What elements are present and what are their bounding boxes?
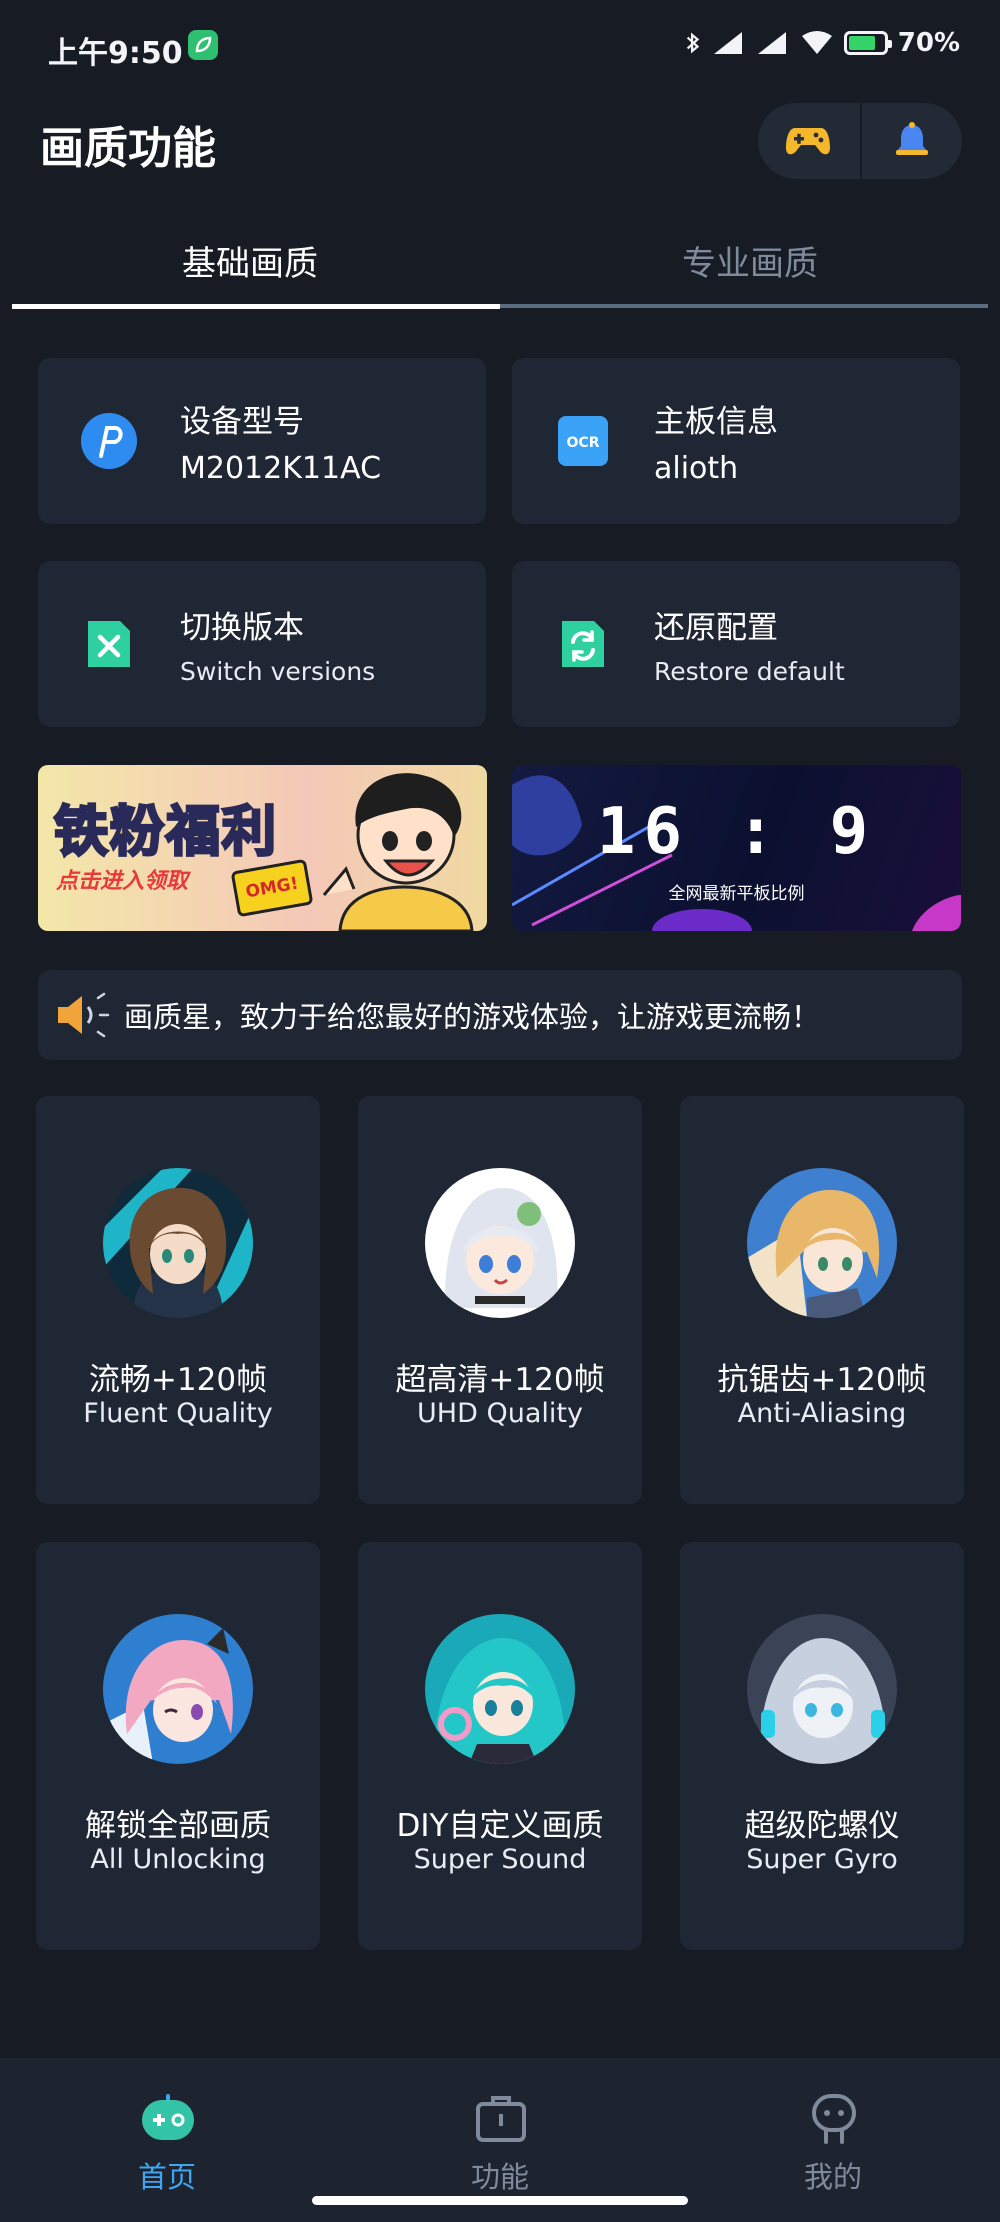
banner-title: 铁粉福利 bbox=[53, 799, 278, 865]
nav-home[interactable]: 首页 bbox=[0, 2058, 334, 2222]
cartoon-boy-illustration bbox=[322, 773, 474, 931]
uhd-character-avatar bbox=[425, 1168, 575, 1318]
briefcase-icon bbox=[476, 2096, 526, 2142]
home-indicator[interactable] bbox=[312, 2196, 688, 2205]
banner-subtitle: 点击进入领取 bbox=[56, 869, 189, 894]
feature-card-anti-aliasing[interactable]: 抗锯齿+120帧 Anti-Aliasing bbox=[680, 1096, 964, 1504]
notice-bar: 画质星，致力于给您最好的游戏体验，让游戏更流畅！ bbox=[38, 970, 962, 1060]
unlock-all-character-avatar bbox=[103, 1614, 253, 1764]
feature-title: DIY自定义画质 bbox=[396, 1808, 604, 1844]
battery-icon bbox=[843, 31, 892, 55]
fluent-character-avatar bbox=[103, 1168, 253, 1318]
feature-card-uhd[interactable]: 超高清+120帧 UHD Quality bbox=[358, 1096, 642, 1504]
switch-x-icon bbox=[88, 621, 130, 667]
feature-card-super-gyro[interactable]: 超级陀螺仪 Super Gyro bbox=[680, 1542, 964, 1950]
restore-icon bbox=[562, 621, 604, 667]
ratio-16-9-banner[interactable]: 16 : 9 全网最新平板比例 bbox=[512, 765, 961, 931]
wifi-icon bbox=[801, 31, 832, 54]
board-info-label: 主板信息 bbox=[654, 404, 778, 440]
tab-basic-quality[interactable]: 基础画质 bbox=[0, 236, 500, 285]
feature-subtitle: All Unlocking bbox=[90, 1844, 266, 1875]
app-notification-icon bbox=[188, 30, 218, 60]
profile-icon bbox=[812, 2094, 856, 2144]
battery-percent: 70% bbox=[897, 28, 960, 58]
feature-card-diy[interactable]: DIY自定义画质 Super Sound bbox=[358, 1542, 642, 1950]
gamepad-icon bbox=[786, 128, 830, 155]
device-model-value: M2012K11AC bbox=[180, 451, 382, 486]
restore-default-card[interactable]: 还原配置 Restore default bbox=[512, 561, 960, 727]
device-model-label: 设备型号 bbox=[180, 404, 304, 440]
feature-title: 解锁全部画质 bbox=[85, 1808, 271, 1844]
tab-pro-quality[interactable]: 专业画质 bbox=[500, 236, 1000, 285]
nav-mine[interactable]: 我的 bbox=[666, 2058, 1000, 2222]
nav-functions-label: 功能 bbox=[470, 2160, 529, 2194]
feature-subtitle: Super Sound bbox=[413, 1844, 587, 1875]
fan-welfare-banner[interactable]: 铁粉福利 点击进入领取 OMG! bbox=[38, 765, 487, 931]
feature-title: 流畅+120帧 bbox=[88, 1362, 268, 1398]
nav-home-label: 首页 bbox=[137, 2160, 196, 2194]
bell-icon bbox=[896, 122, 928, 155]
switch-version-label: 切换版本 bbox=[180, 610, 304, 646]
notice-text: 画质星，致力于给您最好的游戏体验，让游戏更流畅！ bbox=[124, 1000, 821, 1034]
ratio-banner-subtitle: 全网最新平板比例 bbox=[668, 884, 805, 904]
super-gyro-character-avatar bbox=[747, 1614, 897, 1764]
feature-card-unlock-all[interactable]: 解锁全部画质 All Unlocking bbox=[36, 1542, 320, 1950]
feature-title: 超级陀螺仪 bbox=[744, 1808, 900, 1844]
tab-underline-active bbox=[12, 304, 500, 309]
status-time: 上午9:50 bbox=[48, 36, 183, 71]
feature-subtitle: Fluent Quality bbox=[83, 1398, 273, 1429]
signal-icon-1 bbox=[713, 32, 742, 54]
feature-subtitle: Super Gyro bbox=[746, 1844, 898, 1875]
ocr-icon: OCR bbox=[558, 416, 608, 466]
ratio-banner-title: 16 : 9 bbox=[596, 795, 877, 869]
home-gamepad-icon bbox=[142, 2094, 194, 2140]
svg-text:OCR: OCR bbox=[567, 435, 600, 451]
page-title: 画质功能 bbox=[40, 123, 216, 174]
status-icons: 70% bbox=[684, 28, 960, 58]
nav-mine-label: 我的 bbox=[803, 2160, 862, 2194]
feature-subtitle: UHD Quality bbox=[417, 1398, 583, 1429]
gamepad-button[interactable] bbox=[758, 103, 858, 179]
header-actions bbox=[758, 103, 962, 179]
notification-button[interactable] bbox=[862, 103, 962, 179]
bluetooth-icon bbox=[686, 32, 699, 54]
restore-default-label: 还原配置 bbox=[654, 610, 778, 646]
signal-icon-2 bbox=[757, 32, 786, 54]
feature-title: 超高清+120帧 bbox=[395, 1362, 605, 1398]
board-info-value: alioth bbox=[654, 451, 739, 486]
feature-title: 抗锯齿+120帧 bbox=[717, 1362, 927, 1398]
p-logo-icon bbox=[81, 413, 137, 469]
switch-version-sub: Switch versions bbox=[180, 657, 376, 686]
restore-default-sub: Restore default bbox=[654, 657, 845, 686]
board-info-card[interactable]: OCR 主板信息 alioth bbox=[512, 358, 960, 524]
anti-aliasing-character-avatar bbox=[747, 1168, 897, 1318]
feature-card-fluent[interactable]: 流畅+120帧 Fluent Quality bbox=[36, 1096, 320, 1504]
feature-subtitle: Anti-Aliasing bbox=[737, 1398, 907, 1429]
switch-version-card[interactable]: 切换版本 Switch versions bbox=[38, 561, 486, 727]
diy-character-avatar bbox=[425, 1614, 575, 1764]
speaker-icon bbox=[58, 992, 110, 1038]
device-model-card[interactable]: 设备型号 M2012K11AC bbox=[38, 358, 486, 524]
omg-badge: OMG! bbox=[230, 858, 314, 918]
